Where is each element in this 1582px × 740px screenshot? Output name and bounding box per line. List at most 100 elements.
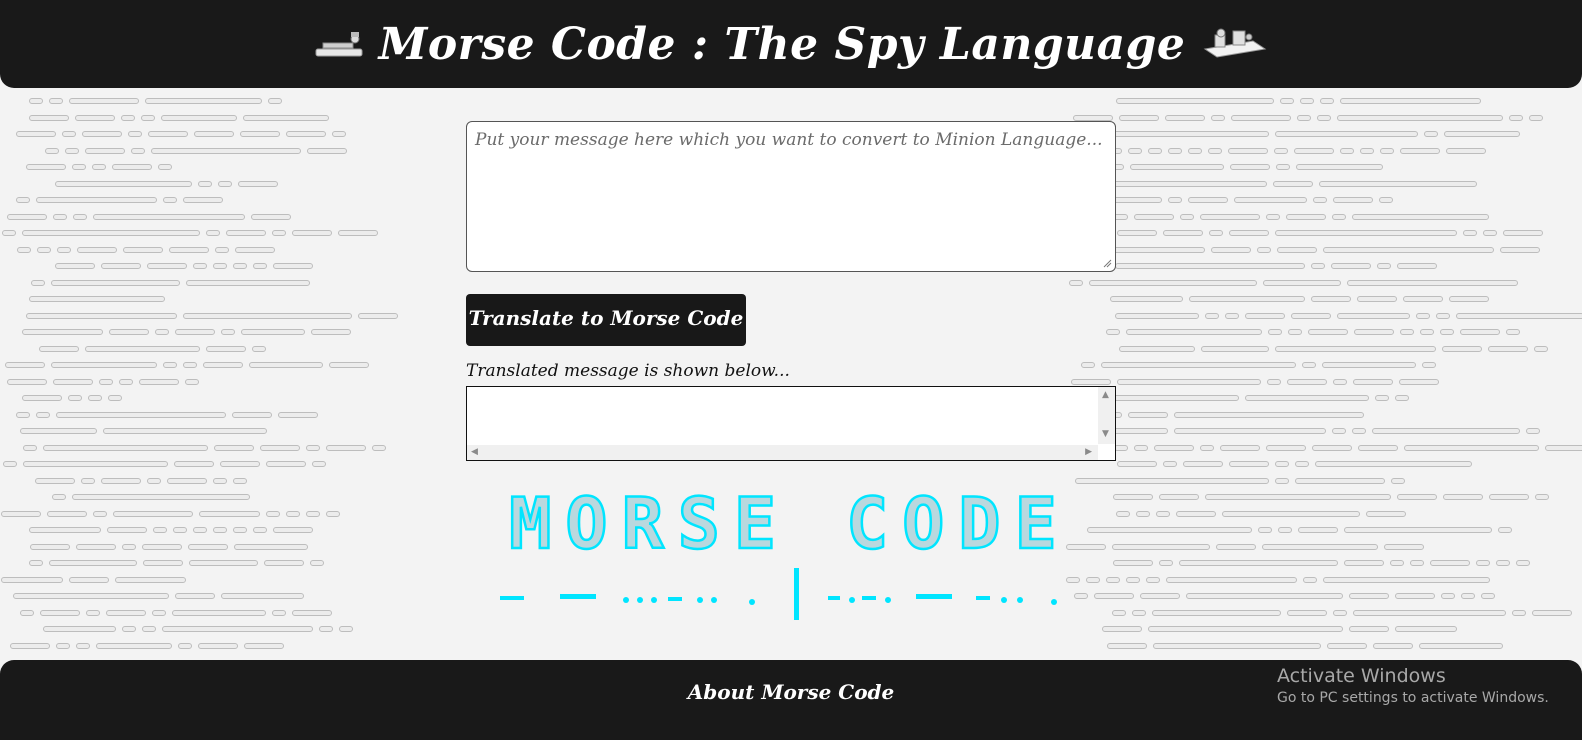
morse-pattern-row: [16, 411, 318, 418]
morse-pattern-segment: [286, 510, 300, 517]
scroll-down-icon[interactable]: ▼: [1102, 429, 1109, 439]
morse-pattern-segment: [103, 428, 267, 434]
morse-pattern-segment: [1456, 312, 1582, 319]
scroll-left-icon[interactable]: ◀: [471, 447, 478, 457]
morse-pattern-segment: [1180, 213, 1194, 220]
morse-pattern-segment: [1353, 378, 1393, 385]
morse-pattern-row: [55, 263, 313, 269]
morse-pattern-segment: [1313, 197, 1327, 203]
morse-pattern-segment: [56, 642, 70, 649]
morse-pattern-segment: [221, 593, 304, 599]
morse-pattern-segment: [151, 147, 301, 154]
morse-pattern-segment: [77, 246, 117, 253]
morse-pattern-segment: [1263, 279, 1341, 286]
morse-pattern-segment: [55, 180, 192, 187]
morse-pattern-segment: [128, 131, 142, 137]
morse-pattern-row: [29, 527, 313, 533]
morse-pattern-segment: [240, 131, 280, 137]
morse-pattern-segment: [1075, 477, 1269, 484]
morse-pattern-segment: [122, 543, 136, 550]
morse-pattern-row: [1115, 263, 1437, 269]
morse-pattern-segment: [68, 395, 82, 401]
morse-pattern-segment: [329, 362, 369, 368]
morse-pattern-segment: [1268, 329, 1282, 335]
morse-pattern-row: [1116, 98, 1481, 104]
morse-pattern-row: [1071, 378, 1439, 385]
morse-pattern-segment: [163, 362, 177, 368]
morse-pattern-segment: [1373, 642, 1413, 649]
morse-pattern-segment: [1449, 296, 1489, 302]
morse-pattern-segment: [1297, 114, 1311, 121]
morse-pattern-segment: [1483, 230, 1497, 236]
morse-pattern-segment: [1276, 164, 1290, 170]
morse-pattern-segment: [1126, 576, 1140, 583]
morse-pattern-row: [29, 560, 324, 566]
morse-pattern-segment: [1481, 593, 1495, 599]
morse-pattern-segment: [1287, 378, 1327, 385]
morse-pattern-segment: [55, 263, 95, 269]
morse-pattern-segment: [1231, 114, 1291, 121]
morse-pattern-segment: [244, 642, 284, 649]
morse-pattern-segment: [1488, 345, 1528, 352]
morse-pattern-segment: [10, 642, 50, 649]
morse-pattern-segment: [1211, 114, 1225, 121]
morse-pattern-segment: [1119, 114, 1159, 121]
morse-pattern-segment: [169, 246, 209, 253]
scroll-up-icon[interactable]: ▲: [1102, 390, 1109, 400]
morse-pattern-segment: [1201, 345, 1269, 352]
morse-pattern-segment: [1512, 609, 1526, 616]
morse-pattern-segment: [45, 147, 59, 154]
translate-button[interactable]: Translate to Morse Code: [466, 294, 746, 346]
morse-pattern-segment: [226, 230, 266, 236]
morse-pattern-segment: [1509, 114, 1523, 121]
morse-pattern-segment: [1277, 246, 1317, 253]
morse-pattern-segment: [142, 626, 156, 632]
morse-pattern-segment: [252, 345, 266, 352]
morse-pattern-segment: [1113, 494, 1153, 500]
morse-pattern-segment: [189, 560, 258, 566]
morse-pattern-segment: [332, 131, 346, 137]
morse-pattern-segment: [1526, 428, 1540, 434]
morse-pattern-segment: [69, 98, 139, 104]
horizontal-scrollbar[interactable]: ◀ ▶: [467, 445, 1098, 460]
morse-pattern-segment: [16, 411, 30, 418]
morse-pattern-segment: [1275, 345, 1436, 352]
morse-pattern-segment: [1128, 411, 1168, 418]
morse-pattern-segment: [1134, 213, 1174, 220]
morse-pattern-segment: [193, 263, 207, 269]
morse-pattern-segment: [1333, 197, 1373, 203]
morse-pattern-segment: [52, 494, 66, 500]
morse-pattern-segment: [51, 279, 180, 286]
morse-pattern-segment: [1322, 362, 1416, 368]
message-input[interactable]: [466, 121, 1116, 272]
morse-pattern-segment: [174, 461, 214, 467]
morse-pattern-segment: [1397, 494, 1437, 500]
morse-pattern-segment: [241, 329, 305, 335]
morse-pattern-segment: [1128, 147, 1142, 154]
scroll-right-icon[interactable]: ▶: [1085, 447, 1092, 457]
vertical-scrollbar[interactable]: ▲ ▼: [1098, 387, 1115, 444]
resize-handle-icon[interactable]: [1102, 258, 1112, 268]
morse-pattern-segment: [1395, 395, 1409, 401]
morse-pattern-row: [1110, 296, 1489, 302]
morse-pattern-row: [30, 543, 308, 550]
morse-pattern-segment: [1163, 461, 1177, 467]
morse-pattern-segment: [86, 609, 100, 616]
morse-pattern-row: [1107, 642, 1503, 649]
morse-pattern-segment: [1317, 114, 1331, 121]
morse-pattern-segment: [1176, 510, 1216, 517]
morse-pattern-segment: [65, 147, 79, 154]
morse-pattern-segment: [1275, 230, 1457, 236]
morse-pattern-segment: [53, 213, 67, 220]
morse-pattern-segment: [1262, 543, 1378, 550]
morse-pattern-segment: [23, 444, 37, 451]
morse-pattern-segment: [234, 543, 308, 550]
morse-pattern-segment: [57, 246, 71, 253]
morse-pattern-segment: [1156, 510, 1170, 517]
morse-pattern-segment: [1258, 527, 1272, 533]
morse-pattern-segment: [1216, 543, 1256, 550]
morse-pattern-segment: [1106, 576, 1120, 583]
morse-pattern-segment: [56, 411, 226, 418]
morse-pattern-segment: [235, 246, 275, 253]
morse-pattern-segment: [206, 230, 220, 236]
